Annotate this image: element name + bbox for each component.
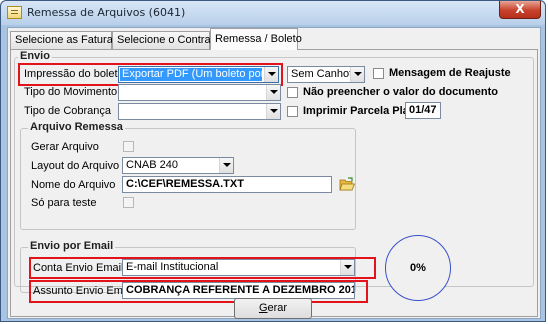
nome-arquivo-input[interactable]: C:\CEF\REMESSA.TXT: [122, 176, 332, 193]
layout-arquivo-label: Layout do Arquivo: [31, 160, 120, 172]
window-content: Selecione as Faturas Selecione o Contrat…: [7, 27, 541, 319]
tab-remessa-boleto[interactable]: Remessa / Boleto: [210, 28, 302, 50]
title-bar[interactable]: Remessa de Arquivos (6041) X: [1, 1, 545, 25]
close-button[interactable]: X: [499, 1, 541, 19]
tipo-movimento-label: Tipo do Movimento: [24, 86, 118, 98]
tab-label: Remessa / Boleto: [215, 33, 302, 45]
envio-group-title: Envio: [18, 50, 52, 62]
tab-panel-remessa: Envio Impressão do boleto Exportar PDF (…: [10, 49, 538, 319]
layout-arquivo-select[interactable]: CNAB 240: [122, 157, 234, 174]
chevron-down-icon[interactable]: [264, 67, 278, 82]
chevron-down-icon[interactable]: [266, 104, 280, 119]
gerar-button-label: erar: [267, 302, 288, 314]
assunto-email-label: Assunto Envio Email: [33, 285, 134, 297]
imprimir-parcela-checkbox[interactable]: [287, 106, 298, 117]
canhoto-value: Sem Canhoto: [291, 68, 359, 80]
tipo-cobranca-select[interactable]: [118, 103, 281, 120]
mensagem-reajuste-checkbox[interactable]: [373, 68, 384, 79]
window-title: Remessa de Arquivos (6041): [27, 6, 186, 19]
progress-circle: 0%: [385, 235, 451, 301]
impressao-select[interactable]: Exportar PDF (Um boleto por arquivo): [118, 66, 279, 83]
tab-selecione-faturas[interactable]: Selecione as Faturas: [10, 31, 118, 50]
chevron-down-icon[interactable]: [350, 67, 364, 82]
tipo-movimento-select[interactable]: [118, 84, 281, 101]
nome-arquivo-label: Nome do Arquivo: [31, 179, 116, 191]
envio-email-title: Envio por Email: [28, 240, 116, 252]
gerar-button[interactable]: Gerar: [234, 298, 312, 319]
conta-email-value: E-mail Institucional: [126, 261, 219, 273]
gerar-arquivo-label: Gerar Arquivo: [31, 141, 99, 153]
impressao-value: Exportar PDF (Um boleto por arquivo): [120, 68, 262, 81]
gerar-button-mnemonic: G: [258, 302, 268, 314]
chevron-down-icon[interactable]: [219, 158, 233, 173]
chevron-down-icon[interactable]: [340, 260, 354, 275]
conta-email-label: Conta Envio Email: [33, 262, 124, 274]
arquivo-remessa-title: Arquivo Remessa: [28, 121, 125, 133]
gerar-arquivo-checkbox[interactable]: [123, 141, 134, 152]
conta-email-select[interactable]: E-mail Institucional: [122, 259, 355, 276]
so-para-teste-label: Só para teste: [31, 197, 97, 209]
so-para-teste-checkbox[interactable]: [123, 197, 134, 208]
tab-selecione-contrato[interactable]: Selecione o Contrato: [112, 31, 220, 50]
folder-open-icon[interactable]: [339, 177, 355, 192]
layout-arquivo-value: CNAB 240: [126, 159, 178, 171]
chevron-down-icon[interactable]: [266, 85, 280, 100]
assunto-email-input[interactable]: COBRANÇA REFERENTE A DEZEMBRO 2014: [122, 282, 355, 299]
parcela-input[interactable]: 01/47: [405, 102, 441, 119]
nao-preencher-label: Não preencher o valor do documento: [303, 86, 498, 98]
mensagem-reajuste-label: Mensagem de Reajuste: [389, 67, 511, 79]
document-icon: [7, 6, 22, 19]
tipo-cobranca-label: Tipo de Cobrança: [24, 105, 112, 117]
canhoto-select[interactable]: Sem Canhoto: [287, 66, 365, 83]
tab-label: Selecione as Faturas: [15, 34, 119, 46]
impressao-label: Impressão do boleto: [24, 68, 124, 80]
main-window: Remessa de Arquivos (6041) X Selecione a…: [0, 0, 546, 322]
tab-label: Selecione o Contrato: [117, 34, 220, 46]
nao-preencher-checkbox[interactable]: [287, 87, 298, 98]
